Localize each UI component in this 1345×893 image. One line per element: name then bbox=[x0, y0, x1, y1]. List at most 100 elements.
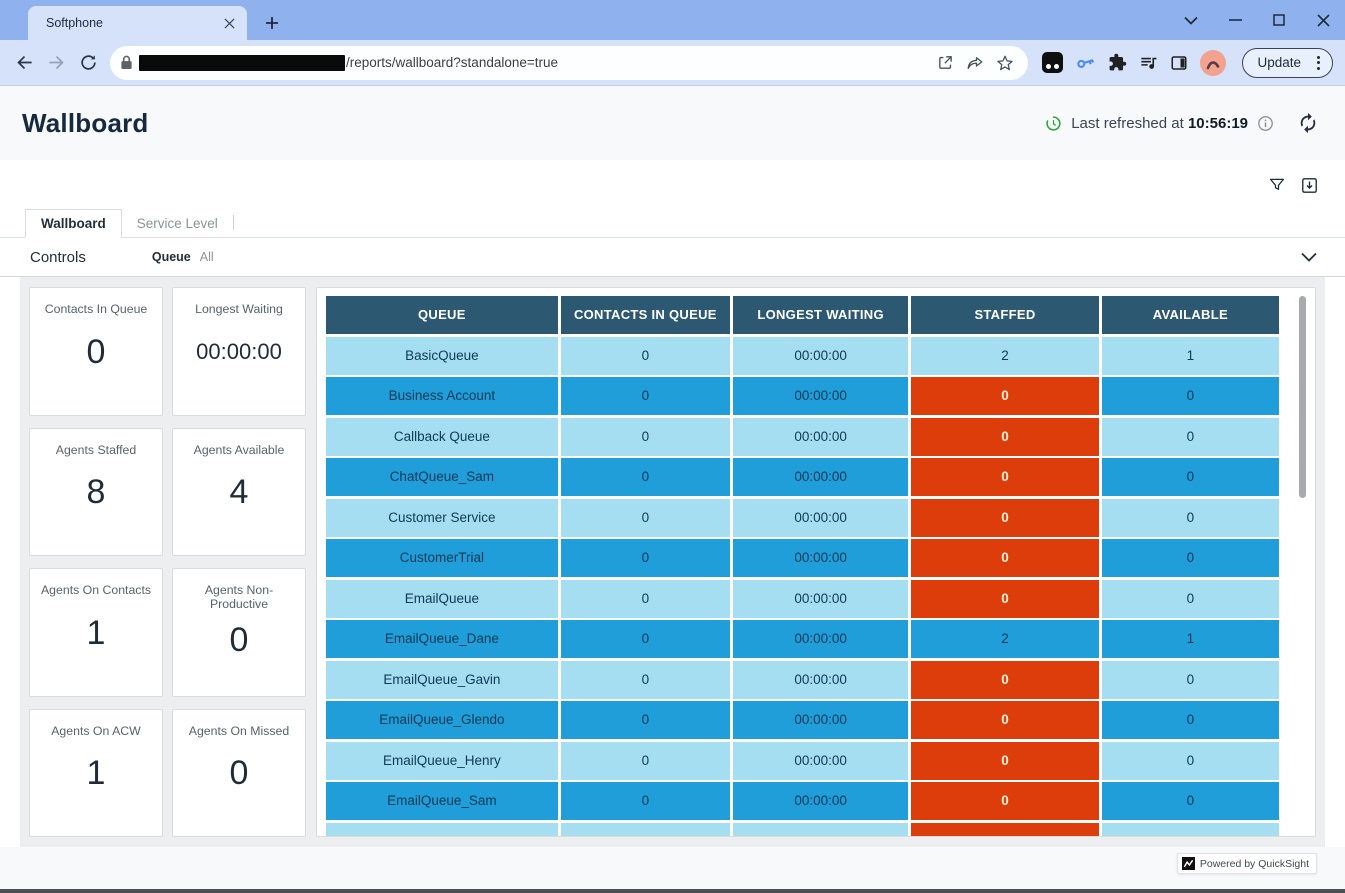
queue-cell[interactable]: EmailQueue_… bbox=[326, 823, 558, 836]
table-row[interactable]: CustomerTrial 0 00:00:00 0 0 bbox=[326, 539, 1279, 577]
side-panel-icon[interactable] bbox=[1170, 54, 1188, 72]
browser-menu-icon[interactable] bbox=[1309, 56, 1328, 70]
table-row[interactable]: EmailQueue_Henry 0 00:00:00 0 0 bbox=[326, 742, 1279, 780]
queue-cell[interactable]: Callback Queue bbox=[326, 418, 558, 456]
available-cell[interactable]: 0 bbox=[1102, 539, 1279, 577]
longest-waiting-cell[interactable]: 00:00:00 bbox=[733, 620, 908, 658]
queue-cell[interactable]: EmailQueue_Sam bbox=[326, 782, 558, 820]
refresh-button-icon[interactable] bbox=[1297, 112, 1319, 134]
staffed-cell[interactable]: 0 bbox=[911, 539, 1098, 577]
available-cell[interactable]: 0 bbox=[1102, 661, 1279, 699]
available-cell[interactable]: 0 bbox=[1102, 782, 1279, 820]
contacts-in-queue-cell[interactable]: 0 bbox=[561, 377, 730, 415]
queue-cell[interactable]: ChatQueue_Sam bbox=[326, 458, 558, 496]
available-cell[interactable]: 0 bbox=[1102, 458, 1279, 496]
queue-cell[interactable]: EmailQueue_Glendo bbox=[326, 701, 558, 739]
available-cell[interactable]: 0 bbox=[1102, 377, 1279, 415]
staffed-cell[interactable]: 0 bbox=[911, 742, 1098, 780]
extension-black-icon[interactable] bbox=[1042, 52, 1063, 73]
back-icon[interactable] bbox=[8, 47, 40, 79]
longest-waiting-cell[interactable]: 00:00:00 bbox=[733, 499, 908, 537]
browser-tab[interactable]: Softphone bbox=[28, 6, 247, 40]
staffed-cell[interactable]: 0 bbox=[911, 782, 1098, 820]
close-icon[interactable] bbox=[1301, 0, 1345, 40]
queue-cell[interactable]: EmailQueue bbox=[326, 580, 558, 618]
minimize-icon[interactable] bbox=[1213, 0, 1257, 40]
col-header-contacts-in-queue[interactable]: CONTACTS IN QUEUE bbox=[561, 296, 730, 334]
staffed-cell[interactable]: 0 bbox=[911, 499, 1098, 537]
col-header-longest-waiting[interactable]: LONGEST WAITING bbox=[733, 296, 908, 334]
contacts-in-queue-cell[interactable]: 0 bbox=[561, 701, 730, 739]
lock-icon[interactable] bbox=[120, 55, 133, 70]
available-cell[interactable]: 1 bbox=[1102, 337, 1279, 375]
contacts-in-queue-cell[interactable]: 0 bbox=[561, 823, 730, 836]
table-scrollbar[interactable] bbox=[1299, 296, 1306, 498]
longest-waiting-cell[interactable]: 00:00:00 bbox=[733, 782, 908, 820]
table-row[interactable]: EmailQueue_… 0 00:00:00 0 0 bbox=[326, 823, 1279, 836]
export-icon[interactable] bbox=[1300, 176, 1319, 195]
available-cell[interactable]: 0 bbox=[1102, 701, 1279, 739]
longest-waiting-cell[interactable]: 00:00:00 bbox=[733, 377, 908, 415]
available-cell[interactable]: 0 bbox=[1102, 742, 1279, 780]
reload-icon[interactable] bbox=[72, 47, 104, 79]
tab-wallboard[interactable]: Wallboard bbox=[25, 209, 122, 238]
queue-cell[interactable]: Customer Service bbox=[326, 499, 558, 537]
queue-cell[interactable]: EmailQueue_Henry bbox=[326, 742, 558, 780]
available-cell[interactable]: 0 bbox=[1102, 418, 1279, 456]
staffed-cell[interactable]: 2 bbox=[911, 620, 1098, 658]
table-row[interactable]: BasicQueue 0 00:00:00 2 1 bbox=[326, 337, 1279, 375]
contacts-in-queue-cell[interactable]: 0 bbox=[561, 539, 730, 577]
table-row[interactable]: Customer Service 0 00:00:00 0 0 bbox=[326, 499, 1279, 537]
staffed-cell[interactable]: 0 bbox=[911, 377, 1098, 415]
info-icon[interactable] bbox=[1257, 115, 1274, 132]
bookmark-star-icon[interactable] bbox=[996, 54, 1014, 72]
staffed-cell[interactable]: 0 bbox=[911, 580, 1098, 618]
share-icon[interactable] bbox=[966, 55, 984, 71]
contacts-in-queue-cell[interactable]: 0 bbox=[561, 458, 730, 496]
update-button[interactable]: Update bbox=[1242, 48, 1333, 78]
queue-cell[interactable]: EmailQueue_Gavin bbox=[326, 661, 558, 699]
table-row[interactable]: EmailQueue 0 00:00:00 0 0 bbox=[326, 580, 1279, 618]
longest-waiting-cell[interactable]: 00:00:00 bbox=[733, 539, 908, 577]
longest-waiting-cell[interactable]: 00:00:00 bbox=[733, 458, 908, 496]
longest-waiting-cell[interactable]: 00:00:00 bbox=[733, 580, 908, 618]
table-row[interactable]: Callback Queue 0 00:00:00 0 0 bbox=[326, 418, 1279, 456]
longest-waiting-cell[interactable]: 00:00:00 bbox=[733, 418, 908, 456]
staffed-cell[interactable]: 0 bbox=[911, 823, 1098, 836]
contacts-in-queue-cell[interactable]: 0 bbox=[561, 580, 730, 618]
table-row[interactable]: EmailQueue_Gavin 0 00:00:00 0 0 bbox=[326, 661, 1279, 699]
contacts-in-queue-cell[interactable]: 0 bbox=[561, 782, 730, 820]
queue-cell[interactable]: EmailQueue_Dane bbox=[326, 620, 558, 658]
table-row[interactable]: EmailQueue_Dane 0 00:00:00 2 1 bbox=[326, 620, 1279, 658]
contacts-in-queue-cell[interactable]: 0 bbox=[561, 661, 730, 699]
longest-waiting-cell[interactable]: 00:00:00 bbox=[733, 742, 908, 780]
queue-filter-value[interactable]: All bbox=[200, 250, 214, 264]
col-header-queue[interactable]: QUEUE bbox=[326, 296, 558, 334]
longest-waiting-cell[interactable]: 00:00:00 bbox=[733, 337, 908, 375]
available-cell[interactable]: 0 bbox=[1102, 499, 1279, 537]
controls-collapse-chevron-icon[interactable] bbox=[1301, 252, 1317, 262]
open-in-new-icon[interactable] bbox=[937, 54, 954, 71]
contacts-in-queue-cell[interactable]: 0 bbox=[561, 418, 730, 456]
longest-waiting-cell[interactable]: 00:00:00 bbox=[733, 661, 908, 699]
longest-waiting-cell[interactable]: 00:00:00 bbox=[733, 823, 908, 836]
maximize-icon[interactable] bbox=[1257, 0, 1301, 40]
table-row[interactable]: Business Account 0 00:00:00 0 0 bbox=[326, 377, 1279, 415]
tab-close-icon[interactable] bbox=[221, 15, 237, 31]
contacts-in-queue-cell[interactable]: 0 bbox=[561, 337, 730, 375]
table-row[interactable]: EmailQueue_Glendo 0 00:00:00 0 0 bbox=[326, 701, 1279, 739]
queue-cell[interactable]: Business Account bbox=[326, 377, 558, 415]
playlist-icon[interactable] bbox=[1139, 53, 1158, 72]
tab-service-level[interactable]: Service Level bbox=[122, 209, 233, 238]
contacts-in-queue-cell[interactable]: 0 bbox=[561, 620, 730, 658]
longest-waiting-cell[interactable]: 00:00:00 bbox=[733, 701, 908, 739]
table-row[interactable]: EmailQueue_Sam 0 00:00:00 0 0 bbox=[326, 782, 1279, 820]
queue-cell[interactable]: CustomerTrial bbox=[326, 539, 558, 577]
forward-icon[interactable] bbox=[40, 47, 72, 79]
available-cell[interactable]: 0 bbox=[1102, 580, 1279, 618]
url-text[interactable]: /reports/wallboard?standalone=true bbox=[346, 55, 937, 70]
col-header-staffed[interactable]: STAFFED bbox=[911, 296, 1098, 334]
col-header-available[interactable]: AVAILABLE bbox=[1102, 296, 1279, 334]
staffed-cell[interactable]: 0 bbox=[911, 661, 1098, 699]
available-cell[interactable]: 1 bbox=[1102, 620, 1279, 658]
